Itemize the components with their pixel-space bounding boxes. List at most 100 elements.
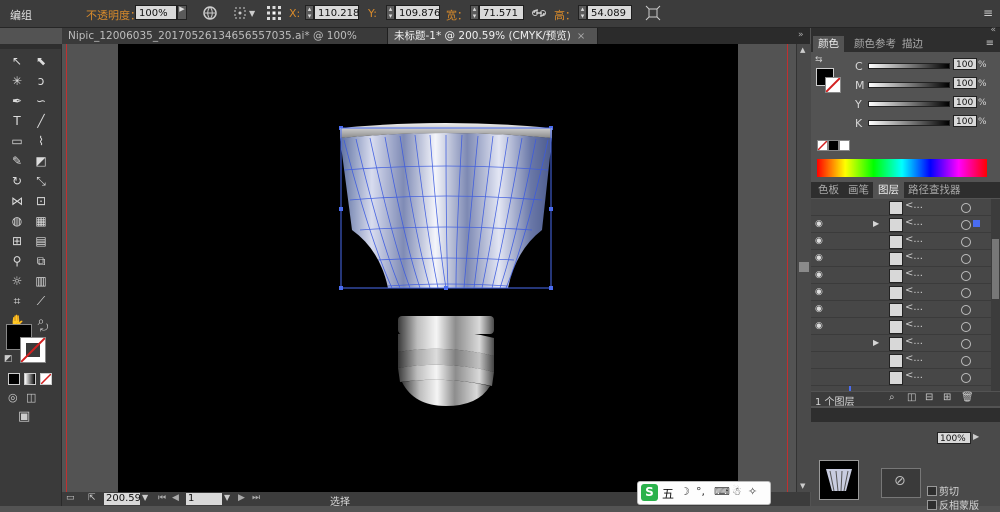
delete-layer-icon[interactable]: 🗑 [961, 392, 974, 403]
layer-row[interactable]: <... [811, 369, 991, 386]
artboard-tool-icon[interactable]: ⌗ [8, 292, 26, 310]
x-input[interactable]: 110.218 [314, 5, 359, 20]
moon-icon[interactable]: ☽ [680, 485, 690, 498]
layer-row[interactable]: ◉ <... [811, 301, 991, 318]
tab-color[interactable]: 颜色 [813, 36, 844, 52]
transform-grid-icon[interactable] [232, 5, 248, 21]
width-stepper-icon[interactable]: ▴ ▾ [470, 5, 479, 20]
tabs-overflow-icon[interactable]: » [798, 30, 804, 40]
target-icon[interactable] [961, 373, 971, 383]
scrollbar-thumb[interactable] [992, 239, 999, 299]
width-tool-icon[interactable]: ⋈ [8, 192, 26, 210]
target-icon[interactable] [961, 322, 971, 332]
reference-point-icon[interactable] [266, 5, 282, 21]
mesh-tool-icon[interactable]: ⊞ [8, 232, 26, 250]
free-transform-tool-icon[interactable]: ⊡ [32, 192, 50, 210]
zoom-dropdown-icon[interactable]: ▼ [142, 493, 148, 502]
vertical-scrollbar[interactable]: ▲ ▼ [796, 44, 811, 492]
tab-color-guide[interactable]: 颜色参考 [849, 36, 901, 52]
cyan-slider[interactable] [868, 63, 950, 69]
layers-scrollbar[interactable] [991, 199, 1000, 391]
pen-tool-icon[interactable]: ✒ [8, 92, 26, 110]
target-icon[interactable] [961, 305, 971, 315]
new-sublayer-icon[interactable]: ⊟ [925, 392, 933, 403]
target-icon[interactable] [961, 356, 971, 366]
target-icon[interactable] [961, 254, 971, 264]
target-icon[interactable] [961, 339, 971, 349]
opacity-input[interactable]: 100% [135, 5, 177, 20]
target-icon[interactable] [961, 288, 971, 298]
zoom-input[interactable]: 200.59 [104, 493, 141, 505]
transparency-opacity-input[interactable]: 100% [937, 432, 971, 444]
ime-mode-label[interactable]: 五 [662, 485, 674, 502]
symbol-sprayer-tool-icon[interactable]: ☼ [8, 272, 26, 290]
share-icon[interactable]: ⇱ [88, 493, 96, 503]
white-swatch[interactable] [839, 140, 850, 151]
tab-swatches[interactable]: 色板 [813, 182, 844, 198]
target-icon[interactable] [961, 220, 971, 230]
collapse-panels-icon[interactable]: « [990, 25, 996, 35]
invert-mask-checkbox[interactable] [927, 500, 937, 510]
shape-builder-tool-icon[interactable]: ◍ [8, 212, 26, 230]
selection-indicator[interactable] [973, 220, 980, 227]
rotate-tool-icon[interactable]: ↻ [8, 172, 26, 190]
y-input[interactable]: 109.876 [395, 5, 440, 20]
perspective-grid-tool-icon[interactable]: ▦ [32, 212, 50, 230]
globe-icon[interactable] [202, 5, 218, 21]
black-input[interactable]: 100 [953, 115, 977, 127]
magenta-slider[interactable] [868, 82, 950, 88]
last-artboard-icon[interactable]: ⏭ [252, 493, 260, 503]
close-icon[interactable]: × [577, 31, 585, 42]
tab-document-1[interactable]: Nipic_12006035_20170526134656557035.ai* … [62, 28, 388, 58]
draw-behind-icon[interactable]: ◫ [26, 391, 36, 404]
draw-mode-icon[interactable]: ◎ [8, 391, 18, 404]
height-input[interactable]: 54.089 [587, 5, 632, 20]
layer-row[interactable]: <... [811, 199, 991, 216]
tab-document-2[interactable]: 未标题-1* @ 200.59% (CMYK/预览) × [388, 28, 598, 44]
panel-menu-icon[interactable]: ≡ [983, 6, 995, 20]
stroke-color-swatch[interactable] [825, 77, 841, 93]
swap-fill-stroke-icon[interactable]: ⤾ [40, 323, 48, 334]
tab-stroke[interactable]: 描边 [897, 36, 928, 52]
direct-selection-tool-icon[interactable]: ⬉ [32, 52, 50, 70]
eye-icon[interactable]: ◉ [815, 304, 825, 314]
scrollbar-thumb[interactable] [799, 262, 809, 272]
column-graph-tool-icon[interactable]: ▥ [32, 272, 50, 290]
lamp-artwork[interactable] [330, 120, 562, 420]
skin-icon[interactable]: ☃ [732, 485, 742, 498]
eraser-tool-icon[interactable]: ◩ [32, 152, 50, 170]
target-icon[interactable] [961, 203, 971, 213]
rectangle-tool-icon[interactable]: ▭ [8, 132, 26, 150]
cyan-input[interactable]: 100 [953, 58, 977, 70]
expand-icon[interactable]: ▶ [873, 219, 879, 228]
artboard-number-input[interactable]: 1 [186, 493, 222, 505]
layer-row[interactable]: ▶ <... [811, 335, 991, 352]
first-artboard-icon[interactable]: ⏮ [158, 493, 166, 503]
target-icon[interactable] [961, 237, 971, 247]
layers-list[interactable]: <... ◉ ▶ <... ◉ <... ◉ <... ◉ <... ◉ <... ◉ <..… [811, 199, 991, 391]
eye-icon[interactable]: ◉ [815, 270, 825, 280]
selection-tool-icon[interactable]: ↖ [8, 52, 26, 70]
keyboard-icon[interactable]: ⌨ [714, 485, 730, 498]
tab-layers[interactable]: 图层 [873, 182, 904, 198]
black-swatch[interactable] [828, 140, 839, 151]
none-swatch[interactable] [817, 140, 828, 151]
magenta-input[interactable]: 100 [953, 77, 977, 89]
layer-row[interactable]: ◉ <... [811, 250, 991, 267]
height-stepper-icon[interactable]: ▴ ▾ [578, 5, 587, 20]
make-clipping-mask-icon[interactable]: ◫ [907, 392, 916, 403]
layer-row[interactable]: ◉ <... [811, 233, 991, 250]
opacity-dropdown-icon[interactable]: ▶ [973, 432, 979, 441]
eye-icon[interactable]: ◉ [815, 219, 825, 229]
transform-icon[interactable] [645, 5, 661, 21]
type-tool-icon[interactable]: T [8, 112, 26, 130]
eye-icon[interactable]: ◉ [815, 236, 825, 246]
line-tool-icon[interactable]: ╱ [32, 112, 50, 130]
tab-pathfinder[interactable]: 路径查找器 [903, 182, 966, 198]
settings-icon[interactable]: ✧ [748, 485, 757, 498]
scroll-up-icon[interactable]: ▲ [800, 46, 805, 54]
link-icon[interactable] [531, 5, 547, 21]
scroll-down-icon[interactable]: ▼ [800, 482, 805, 490]
yellow-input[interactable]: 100 [953, 96, 977, 108]
none-mode-icon[interactable] [40, 373, 52, 385]
